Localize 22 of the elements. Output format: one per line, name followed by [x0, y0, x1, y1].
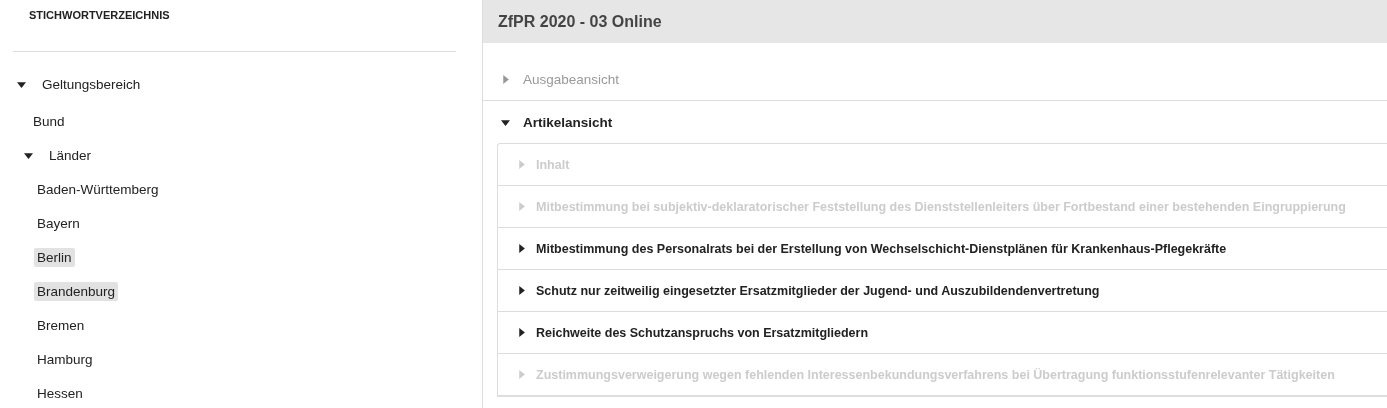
tree-item[interactable]: Berlin [34, 247, 75, 267]
tree-item[interactable]: Hamburg [34, 349, 96, 369]
article-link[interactable]: Mitbestimmung des Personalrats bei der Erstellung von Wechselschicht-Dienstplänen für Krankenhaus-Pflegekräfte [536, 241, 1227, 256]
article-link[interactable]: Reichweite des Schutzanspruchs von Ersatzmitgliedern [536, 325, 869, 340]
article-link[interactable]: Schutz nur zeitweilig eingesetzter Ersatzmitglieder der Jugend- und Auszubildendenvertretung [536, 283, 1100, 298]
caret-icon[interactable] [517, 244, 526, 253]
tree-item[interactable]: Geltungsbereich [39, 74, 144, 94]
caret-icon[interactable] [24, 150, 33, 160]
caret-icon[interactable] [501, 117, 510, 127]
tree-item[interactable]: Brandenburg [34, 281, 119, 301]
caret-icon[interactable] [17, 79, 26, 89]
tree-item[interactable]: Bund [30, 111, 68, 131]
page-title: ZfPR 2020 - 03 Online [498, 12, 662, 31]
tree-item[interactable]: Bayern [34, 213, 83, 233]
section-header[interactable]: Artikelansicht [523, 114, 613, 130]
tree-item[interactable]: Baden-Württemberg [34, 179, 162, 199]
caret-icon[interactable] [517, 286, 526, 295]
caret-icon[interactable] [517, 328, 526, 337]
tree-item[interactable]: Hessen [34, 383, 86, 403]
tree-item[interactable]: Länder [46, 145, 95, 165]
sidebar-title: STICHWORTVERZEICHNIS [28, 8, 171, 23]
tree-item[interactable]: Bremen [34, 315, 88, 335]
